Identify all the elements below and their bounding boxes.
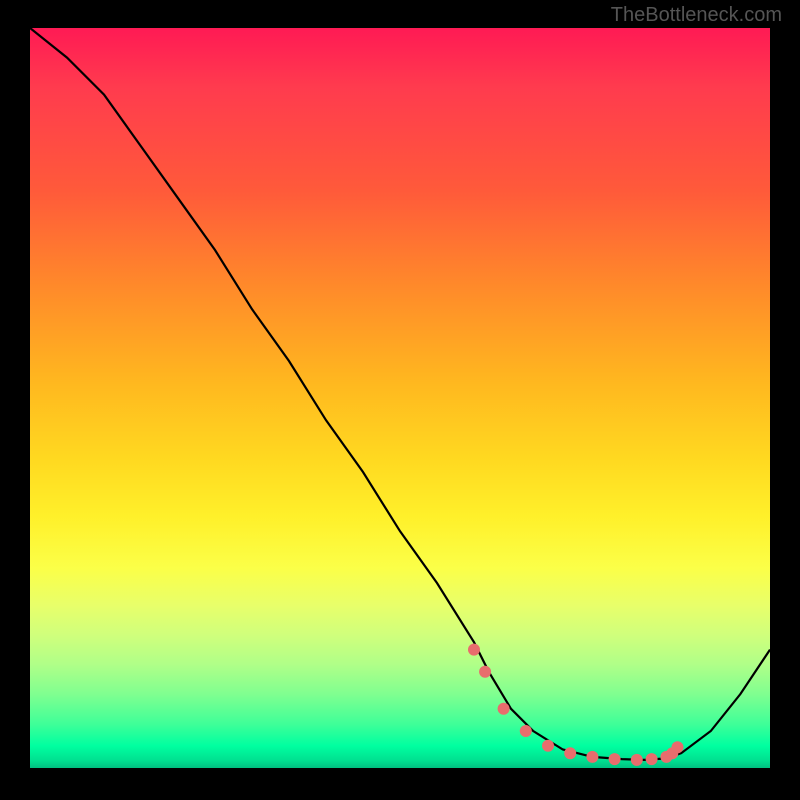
marker-point [646,753,658,765]
watermark-text: TheBottleneck.com [611,4,782,27]
marker-point [498,703,510,715]
marker-point [672,741,684,753]
marker-point [564,747,576,759]
marker-point [542,740,554,752]
curve-line [30,28,770,760]
marker-point [586,751,598,763]
marker-point [520,725,532,737]
marker-point [468,644,480,656]
marker-point [609,753,621,765]
marker-point [631,754,643,766]
marker-group [468,644,684,766]
chart-svg [30,28,770,768]
marker-point [479,666,491,678]
chart-container: TheBottleneck.com [0,0,800,800]
